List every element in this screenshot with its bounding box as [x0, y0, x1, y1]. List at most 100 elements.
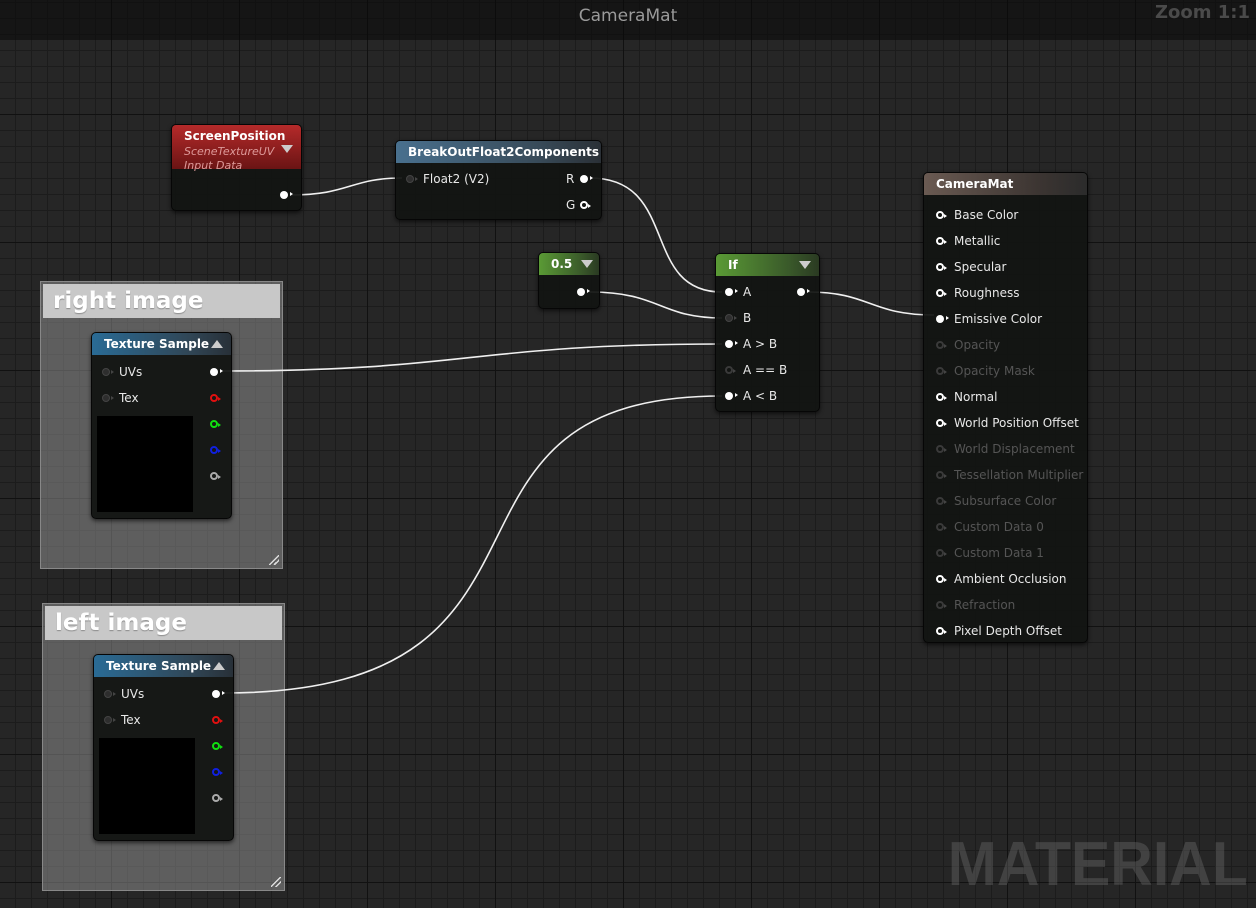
- input-pin-tex[interactable]: [102, 394, 114, 402]
- pin-label: Float2 (V2): [423, 172, 490, 186]
- texture-preview: [99, 738, 195, 834]
- output-pin-a[interactable]: [212, 794, 223, 802]
- pin-label: Normal: [954, 390, 998, 404]
- node-header[interactable]: ScreenPosition SceneTextureUV Input Data: [172, 125, 301, 172]
- input-pin-world-displacement[interactable]: [936, 445, 947, 453]
- wire-right-tex-if-agtb: [221, 343, 723, 372]
- input-pin-metallic[interactable]: [936, 237, 947, 245]
- input-pin-refraction[interactable]: [936, 601, 947, 609]
- pin-label: World Displacement: [954, 442, 1075, 456]
- comment-title[interactable]: right image: [43, 284, 280, 318]
- output-pin-g[interactable]: [212, 742, 223, 750]
- resize-handle-icon[interactable]: [269, 555, 279, 565]
- pin-label: UVs: [119, 365, 143, 379]
- pin-label: A > B: [743, 337, 778, 351]
- pin-label: Opacity: [954, 338, 1001, 352]
- resize-handle-icon[interactable]: [271, 877, 281, 887]
- output-pin-b[interactable]: [212, 768, 223, 776]
- chevron-up-icon[interactable]: [213, 662, 225, 670]
- input-pin-tex[interactable]: [104, 716, 116, 724]
- pin-label: Metallic: [954, 234, 1001, 248]
- texture-preview: [97, 416, 193, 512]
- wire-if-emissive: [807, 291, 935, 316]
- input-pin-opacity[interactable]: [936, 341, 947, 349]
- input-pin-a[interactable]: [725, 288, 738, 296]
- comment-title[interactable]: left image: [45, 606, 282, 640]
- node-header[interactable]: BreakOutFloat2Components: [396, 141, 601, 163]
- input-pin-roughness[interactable]: [936, 289, 947, 297]
- input-pin-a-equals-b[interactable]: [725, 366, 736, 374]
- pin-label: UVs: [121, 687, 145, 701]
- graph-title: CameraMat: [578, 6, 678, 26]
- pin-label: Custom Data 1: [954, 546, 1044, 560]
- pin-label: B: [743, 311, 752, 325]
- output-pin-rgb[interactable]: [210, 368, 223, 376]
- input-pin-ambient-occlusion[interactable]: [936, 575, 947, 583]
- input-pin-specular[interactable]: [936, 263, 947, 271]
- input-pin-custom-data-0[interactable]: [936, 523, 947, 531]
- zoom-level: Zoom 1:1: [1154, 2, 1250, 23]
- output-pin-g[interactable]: [210, 420, 221, 428]
- node-header[interactable]: CameraMat: [924, 173, 1087, 195]
- pin-label: Tex: [121, 713, 141, 727]
- pin-label: Emissive Color: [954, 312, 1043, 326]
- pin-label: A < B: [743, 389, 778, 403]
- pin-label: Tessellation Multiplier: [954, 468, 1084, 482]
- pin-label: A: [743, 285, 752, 299]
- input-pin-opacity-mask[interactable]: [936, 367, 947, 375]
- material-result-node[interactable]: CameraMat Base Color Metallic Specular Roug…: [923, 172, 1088, 643]
- output-pin[interactable]: [797, 288, 810, 296]
- input-pin-uvs[interactable]: [104, 690, 116, 698]
- wire-constant-if-b: [589, 291, 723, 319]
- pin-label: World Position Offset: [954, 416, 1079, 430]
- pin-label: R: [566, 172, 575, 186]
- output-pin-g[interactable]: [580, 201, 591, 209]
- if-node[interactable]: If A B A > B A == B A < B: [715, 253, 820, 412]
- input-pin-b[interactable]: [725, 314, 737, 322]
- input-pin-a-less-b[interactable]: [725, 392, 738, 400]
- chevron-up-icon[interactable]: [211, 340, 223, 348]
- output-pin-b[interactable]: [210, 446, 221, 454]
- input-pin-pixel-depth-offset[interactable]: [936, 627, 947, 635]
- pin-label: G: [566, 198, 576, 212]
- output-pin-r[interactable]: [212, 716, 223, 724]
- pin-label: Custom Data 0: [954, 520, 1044, 534]
- node-subtitle-2: Input Data: [184, 159, 243, 172]
- texture-sample-node-left[interactable]: Texture Sample UVs Tex: [93, 654, 234, 841]
- input-pin-custom-data-1[interactable]: [936, 549, 947, 557]
- input-pin-base-color[interactable]: [936, 211, 947, 219]
- graph-watermark: MATERIAL: [948, 830, 1248, 899]
- input-pin-world-position-offset[interactable]: [936, 419, 947, 427]
- chevron-down-icon[interactable]: [799, 261, 811, 269]
- chevron-down-icon[interactable]: [281, 145, 293, 153]
- input-pin-a-greater-b[interactable]: [725, 340, 738, 348]
- wire-left-tex-if-altb: [223, 395, 723, 694]
- pin-label: Refraction: [954, 598, 1016, 612]
- node-title: ScreenPosition: [184, 129, 286, 143]
- output-pin[interactable]: [577, 288, 590, 296]
- pin-label: Specular: [954, 260, 1007, 274]
- pin-label: Base Color: [954, 208, 1019, 222]
- constant-node[interactable]: 0.5: [538, 252, 600, 309]
- pin-label: Pixel Depth Offset: [954, 624, 1062, 638]
- input-pin-tessellation-multiplier[interactable]: [936, 471, 947, 479]
- output-pin[interactable]: [280, 191, 293, 199]
- input-pin-subsurface-color[interactable]: [936, 497, 947, 505]
- texture-sample-node-right[interactable]: Texture Sample UVs Tex: [91, 332, 232, 519]
- output-pin-a[interactable]: [210, 472, 221, 480]
- graph-title-bar: CameraMat Zoom 1:1: [0, 0, 1256, 40]
- chevron-down-icon[interactable]: [581, 260, 593, 268]
- pin-label: Roughness: [954, 286, 1020, 300]
- output-pin-r[interactable]: [580, 175, 593, 183]
- output-pin-r[interactable]: [210, 394, 221, 402]
- pin-label: Opacity Mask: [954, 364, 1035, 378]
- input-pin-normal[interactable]: [936, 393, 947, 401]
- screen-position-node[interactable]: ScreenPosition SceneTextureUV Input Data: [171, 124, 302, 211]
- input-pin-emissive-color[interactable]: [936, 315, 949, 323]
- pin-label: A == B: [743, 363, 788, 377]
- pin-label: Tex: [119, 391, 139, 405]
- breakout-float2-node[interactable]: BreakOutFloat2Components Float2 (V2) R G: [395, 140, 602, 220]
- output-pin-rgb[interactable]: [212, 690, 225, 698]
- input-pin-float2[interactable]: [406, 175, 418, 183]
- input-pin-uvs[interactable]: [102, 368, 114, 376]
